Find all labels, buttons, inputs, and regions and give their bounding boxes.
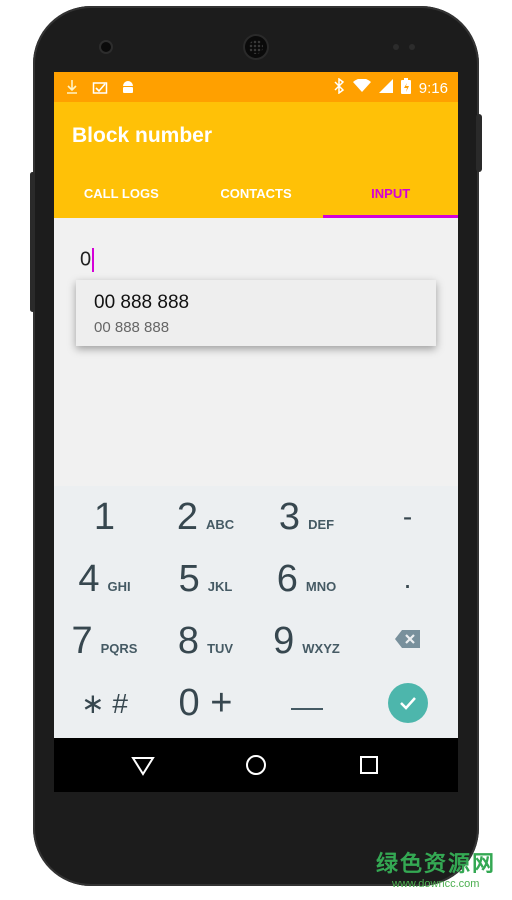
key-letters: DEF (308, 516, 335, 532)
key-digit: 1 (93, 495, 116, 538)
navigation-bar (54, 738, 458, 792)
proximity-sensor (393, 44, 399, 50)
suggestion-secondary: 00 888 888 (94, 319, 170, 336)
key-0-plus[interactable]: 0 + (155, 672, 256, 734)
tab-bar: CALL LOGS CONTACTS INPUT (54, 174, 458, 218)
number-input[interactable]: 0 (80, 248, 95, 272)
battery-icon (400, 78, 411, 98)
message-icon (92, 79, 108, 95)
status-time: 9:16 (418, 79, 448, 97)
signal-icon (378, 79, 393, 97)
tab-input[interactable]: INPUT (323, 174, 458, 218)
suggestion-primary: 00 888 888 (94, 292, 190, 313)
watermark-url: www.downcc.com (392, 878, 480, 890)
key-digit: 9 (273, 619, 295, 662)
space-key[interactable] (256, 672, 357, 734)
key-4[interactable]: 4 GHI (54, 548, 155, 610)
light-sensor (409, 44, 415, 50)
wifi-icon (352, 78, 371, 97)
power-button (476, 114, 482, 172)
key-digit: 2 (176, 495, 198, 538)
key-digit: 8 (177, 619, 200, 662)
key-digit: 7 (71, 619, 93, 662)
key-1[interactable]: 1 (54, 486, 155, 548)
key-letters: PQRS (100, 640, 138, 656)
key-digit: 4 (78, 557, 100, 600)
key-letters: ABC (205, 516, 235, 532)
backspace-button[interactable] (357, 610, 458, 672)
key-digit: . (403, 563, 412, 594)
key-5[interactable]: 5 JKL (155, 548, 256, 610)
dial-keypad: 1 2 ABC 3 DEF - 4 GHI 5 JKL 6 MNO . 7 PQRS 8 TU… (54, 486, 458, 738)
key-dash[interactable]: - (357, 486, 458, 548)
backspace-icon (394, 629, 422, 654)
home-icon[interactable] (243, 752, 269, 778)
watermark: 绿色资源网 www.downcc.com (376, 846, 496, 890)
key-digit: 0 + (178, 681, 233, 724)
key-letters: WXYZ (302, 640, 340, 656)
status-bar: 9:16 (54, 72, 458, 102)
tab-call-logs[interactable]: CALL LOGS (54, 174, 189, 218)
key-letters: MNO (305, 578, 337, 594)
text-caret (92, 248, 95, 272)
suggestion-item[interactable]: 00 888 888 00 888 888 (76, 280, 436, 346)
key-letters: JKL (207, 578, 233, 594)
recents-icon[interactable] (356, 752, 382, 778)
check-icon (387, 683, 428, 723)
key-digit: 6 (276, 557, 298, 600)
page-title: Block number (72, 124, 213, 147)
key-9[interactable]: 9 WXYZ (256, 610, 357, 672)
confirm-button[interactable] (357, 672, 458, 734)
key-digit: 3 (278, 495, 301, 538)
screen: 9:16 Block number CALL LOGS CONTACTS INP… (54, 72, 458, 792)
key-2[interactable]: 2 ABC (155, 486, 256, 548)
app-toolbar: Block number CALL LOGS CONTACTS INPUT (54, 102, 458, 218)
key-6[interactable]: 6 MNO (256, 548, 357, 610)
key-letters: TUV (207, 640, 234, 656)
volume-button (30, 172, 35, 312)
input-area: 0 00 888 888 00 888 888 (54, 218, 458, 486)
key-star-hash[interactable]: ∗ # (54, 672, 155, 734)
key-7[interactable]: 7 PQRS (54, 610, 155, 672)
key-3[interactable]: 3 DEF (256, 486, 357, 548)
key-digit: - (402, 501, 413, 532)
space-icon (290, 691, 324, 716)
key-digit: ∗ # (81, 687, 128, 719)
key-8[interactable]: 8 TUV (155, 610, 256, 672)
key-letters: GHI (107, 578, 131, 594)
tab-contacts[interactable]: CONTACTS (189, 174, 324, 218)
download-icon (64, 79, 80, 95)
front-camera (101, 42, 111, 52)
back-icon[interactable] (130, 752, 156, 778)
watermark-text: 绿色资源网 (376, 851, 497, 876)
key-digit: 5 (178, 557, 200, 600)
number-input-value: 0 (80, 248, 92, 271)
key-dot[interactable]: . (357, 548, 458, 610)
speaker-grille (249, 40, 263, 54)
android-icon (120, 79, 136, 95)
bluetooth-icon (333, 77, 345, 98)
